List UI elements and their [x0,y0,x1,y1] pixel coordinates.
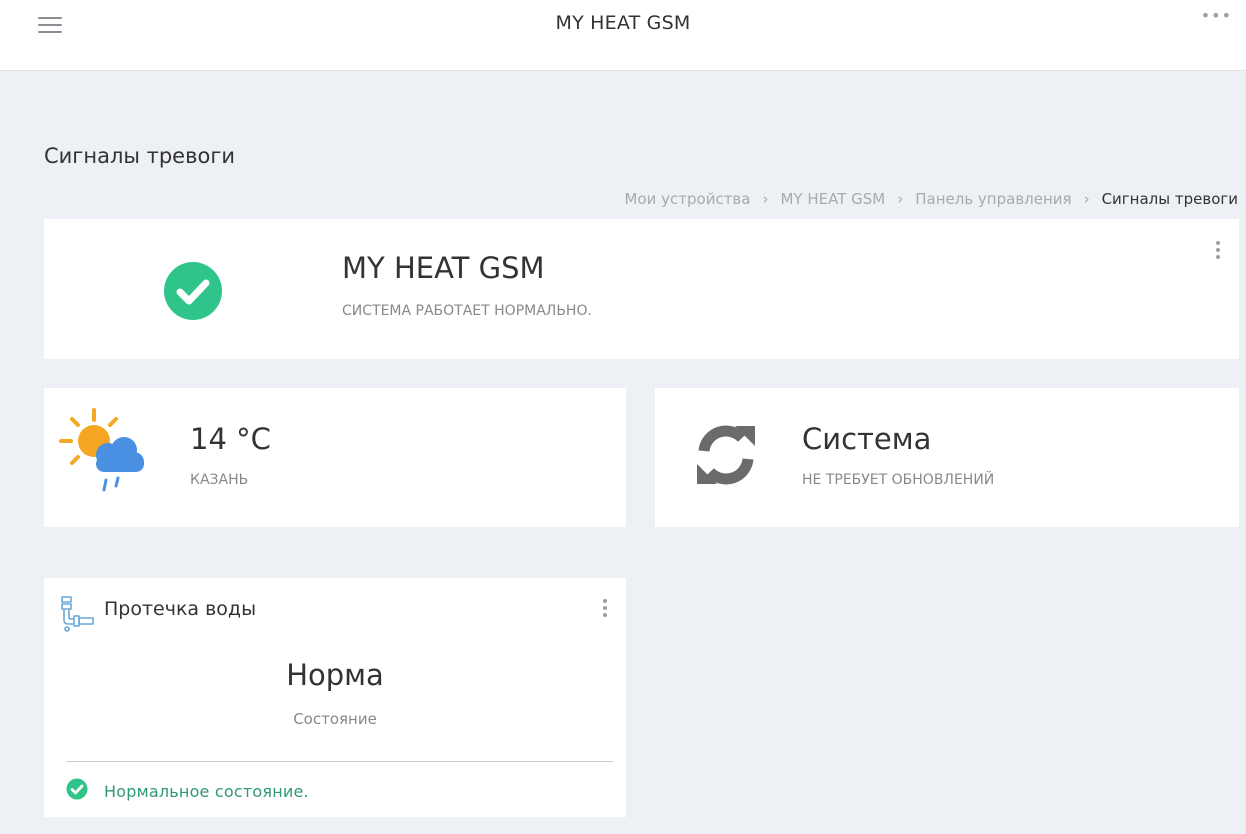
weather-city: КАЗАНЬ [190,472,249,488]
breadcrumb-link-device[interactable]: MY HEAT GSM [780,190,885,208]
sensor-status-row: Нормальное состояние. [66,778,309,804]
top-app-bar: MY HEAT GSM ••• [0,0,1246,71]
breadcrumb: Мои устройства › MY HEAT GSM › Панель уп… [625,190,1239,208]
system-update-card: Система НЕ ТРЕБУЕТ ОБНОВЛЕНИЙ [655,388,1239,527]
refresh-icon [695,424,757,490]
more-horizontal-icon[interactable]: ••• [1201,6,1232,25]
check-circle-icon [66,778,88,804]
device-name: MY HEAT GSM [342,251,545,285]
more-vertical-icon[interactable] [600,597,610,619]
weather-temperature: 14 °C [190,422,271,456]
sensor-title: Протечка воды [104,598,257,620]
sensor-value-caption: Состояние [293,710,377,728]
water-pipe-icon [56,594,98,638]
check-circle-icon [163,261,223,325]
breadcrumb-link-control-panel[interactable]: Панель управления [915,190,1071,208]
page-title: Сигналы тревоги [44,144,236,168]
water-leak-sensor-card: Протечка воды Норма Состояние Нормальное… [44,578,626,817]
sensor-status-text: Нормальное состояние. [104,781,309,801]
sensor-value: Норма [286,658,384,692]
more-vertical-icon[interactable] [1213,239,1223,261]
sun-cloud-rain-icon [58,406,150,506]
update-status-text: НЕ ТРЕБУЕТ ОБНОВЛЕНИЙ [802,472,995,488]
divider [66,761,613,762]
app-title: MY HEAT GSM [555,12,691,34]
breadcrumb-link-my-devices[interactable]: Мои устройства [625,190,751,208]
system-status-text: СИСТЕМА РАБОТАЕТ НОРМАЛЬНО. [342,303,592,319]
breadcrumb-separator: › [897,190,904,208]
update-title: Система [802,422,932,456]
breadcrumb-current: Сигналы тревоги [1101,190,1238,208]
breadcrumb-separator: › [1083,190,1090,208]
weather-card: 14 °C КАЗАНЬ [44,388,626,527]
breadcrumb-separator: › [762,190,769,208]
system-status-card: MY HEAT GSM СИСТЕМА РАБОТАЕТ НОРМАЛЬНО. [44,219,1239,359]
